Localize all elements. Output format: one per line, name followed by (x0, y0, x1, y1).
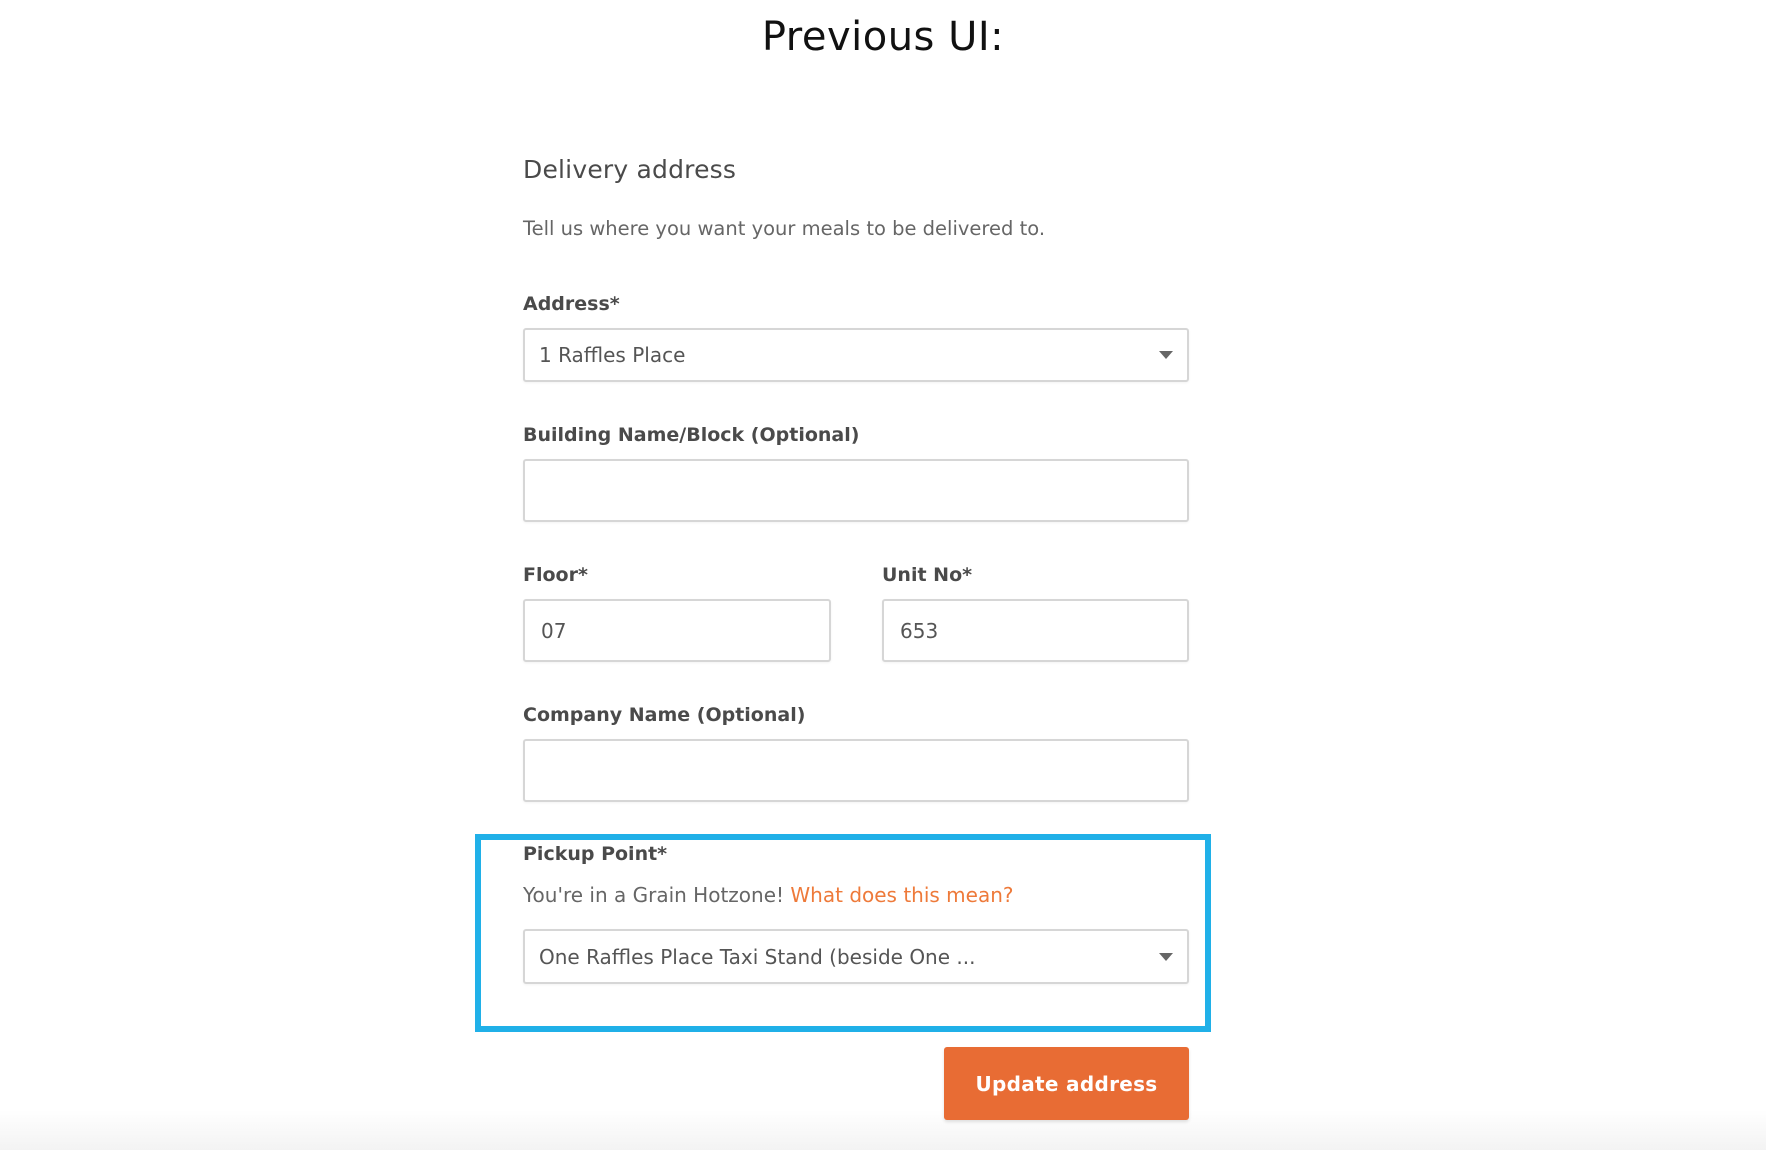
company-label: Company Name (Optional) (523, 704, 806, 726)
company-field[interactable] (523, 739, 1189, 802)
chevron-down-icon (1159, 351, 1173, 359)
pickup-label: Pickup Point* (523, 843, 668, 865)
unit-label: Unit No* (882, 564, 973, 586)
address-select[interactable]: 1 Raffles Place (523, 328, 1189, 382)
delivery-address-form: Delivery address Tell us where you want … (523, 0, 1189, 1150)
floor-field[interactable] (523, 599, 831, 662)
pickup-select-value: One Raffles Place Taxi Stand (beside One… (539, 944, 976, 969)
hotzone-text: You're in a Grain Hotzone! (523, 883, 791, 907)
form-subtext: Tell us where you want your meals to be … (523, 217, 1046, 240)
unit-field[interactable] (882, 599, 1189, 662)
pickup-select[interactable]: One Raffles Place Taxi Stand (beside One… (523, 929, 1189, 984)
building-input[interactable] (525, 461, 1187, 520)
update-address-button[interactable]: Update address (944, 1047, 1189, 1120)
building-field[interactable] (523, 459, 1189, 522)
hotzone-info-link[interactable]: What does this mean? (790, 883, 1013, 907)
floor-input[interactable] (525, 601, 829, 660)
company-input[interactable] (525, 741, 1187, 800)
floor-label: Floor* (523, 564, 588, 586)
chevron-down-icon (1159, 952, 1173, 961)
address-label: Address* (523, 293, 620, 315)
unit-input[interactable] (884, 601, 1187, 660)
form-heading: Delivery address (523, 155, 737, 184)
hotzone-notice: You're in a Grain Hotzone! What does thi… (523, 883, 1014, 907)
address-select-value: 1 Raffles Place (539, 343, 686, 367)
building-label: Building Name/Block (Optional) (523, 424, 860, 446)
